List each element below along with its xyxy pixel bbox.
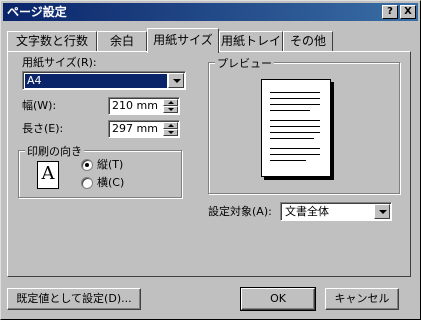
preview-text-line [270, 138, 314, 139]
tab-margins[interactable]: 余白 [97, 31, 147, 51]
spin-up-icon[interactable] [163, 122, 178, 129]
orientation-group-label: 印刷の向き [25, 143, 84, 159]
set-as-default-button[interactable]: 既定値として設定(D)... [7, 288, 141, 310]
width-spinner[interactable]: 210 mm [108, 97, 180, 115]
landscape-radio[interactable] [81, 177, 93, 189]
preview-text-line [270, 120, 320, 121]
preview-text-line [270, 148, 320, 149]
preview-text-line [270, 92, 320, 93]
preview-text-line [270, 110, 310, 111]
dialog-title: ページ設定 [7, 5, 67, 19]
preview-text-line [270, 132, 320, 133]
close-button[interactable]: X [400, 5, 416, 19]
ok-button[interactable]: OK [240, 287, 316, 311]
width-label: 幅(W): [22, 99, 57, 112]
orientation-group: 印刷の向き A 縦(T) 横(C) [18, 143, 182, 198]
paper-size-select[interactable]: A4 [22, 71, 186, 90]
cancel-button[interactable]: キャンセル [325, 288, 399, 310]
tab-chars-lines[interactable]: 文字数と行数 [7, 31, 97, 51]
height-value: 297 mm [112, 122, 158, 135]
help-button[interactable]: ? [382, 5, 398, 19]
height-label: 長さ(E): [22, 122, 64, 135]
preview-text-line [270, 104, 320, 105]
dropdown-arrow-icon[interactable] [168, 73, 184, 88]
portrait-label[interactable]: 縦(T) [97, 158, 123, 172]
tab-other[interactable]: その他 [283, 31, 333, 51]
paper-size-label: 用紙サイズ(R): [22, 56, 97, 69]
dropdown-arrow-icon[interactable] [374, 204, 390, 219]
preview-text-line [270, 154, 320, 155]
preview-label: プレビュー [215, 55, 274, 71]
page-setup-dialog: ページ設定 ? X 文字数と行数 余白 用紙サイズ 用紙トレイ その他 用紙サイ… [0, 0, 421, 320]
apply-to-value: 文書全体 [285, 205, 329, 218]
paper-size-value: A4 [25, 74, 167, 88]
landscape-label[interactable]: 横(C) [97, 176, 124, 190]
tab-paper-tray[interactable]: 用紙トレイ [219, 31, 283, 51]
preview-text-line [270, 98, 320, 99]
spin-down-icon[interactable] [163, 106, 178, 113]
preview-text-line [270, 126, 320, 127]
preview-page [261, 79, 331, 177]
spin-up-icon[interactable] [163, 99, 178, 106]
apply-to-label: 設定対象(A): [208, 205, 272, 218]
tab-panel: 用紙サイズ(R): A4 幅(W): 210 mm 長さ(E): 297 mm … [7, 51, 411, 277]
portrait-radio[interactable] [81, 159, 93, 171]
spin-down-icon[interactable] [163, 129, 178, 136]
title-bar: ページ設定 ? X [3, 3, 418, 21]
preview-group: プレビュー [208, 55, 400, 194]
preview-text-line [270, 160, 306, 161]
apply-to-select[interactable]: 文書全体 [280, 202, 392, 221]
height-spinner[interactable]: 297 mm [108, 120, 180, 138]
portrait-page-icon: A [37, 161, 59, 189]
tab-paper-size[interactable]: 用紙サイズ [147, 28, 219, 53]
width-value: 210 mm [112, 99, 158, 112]
